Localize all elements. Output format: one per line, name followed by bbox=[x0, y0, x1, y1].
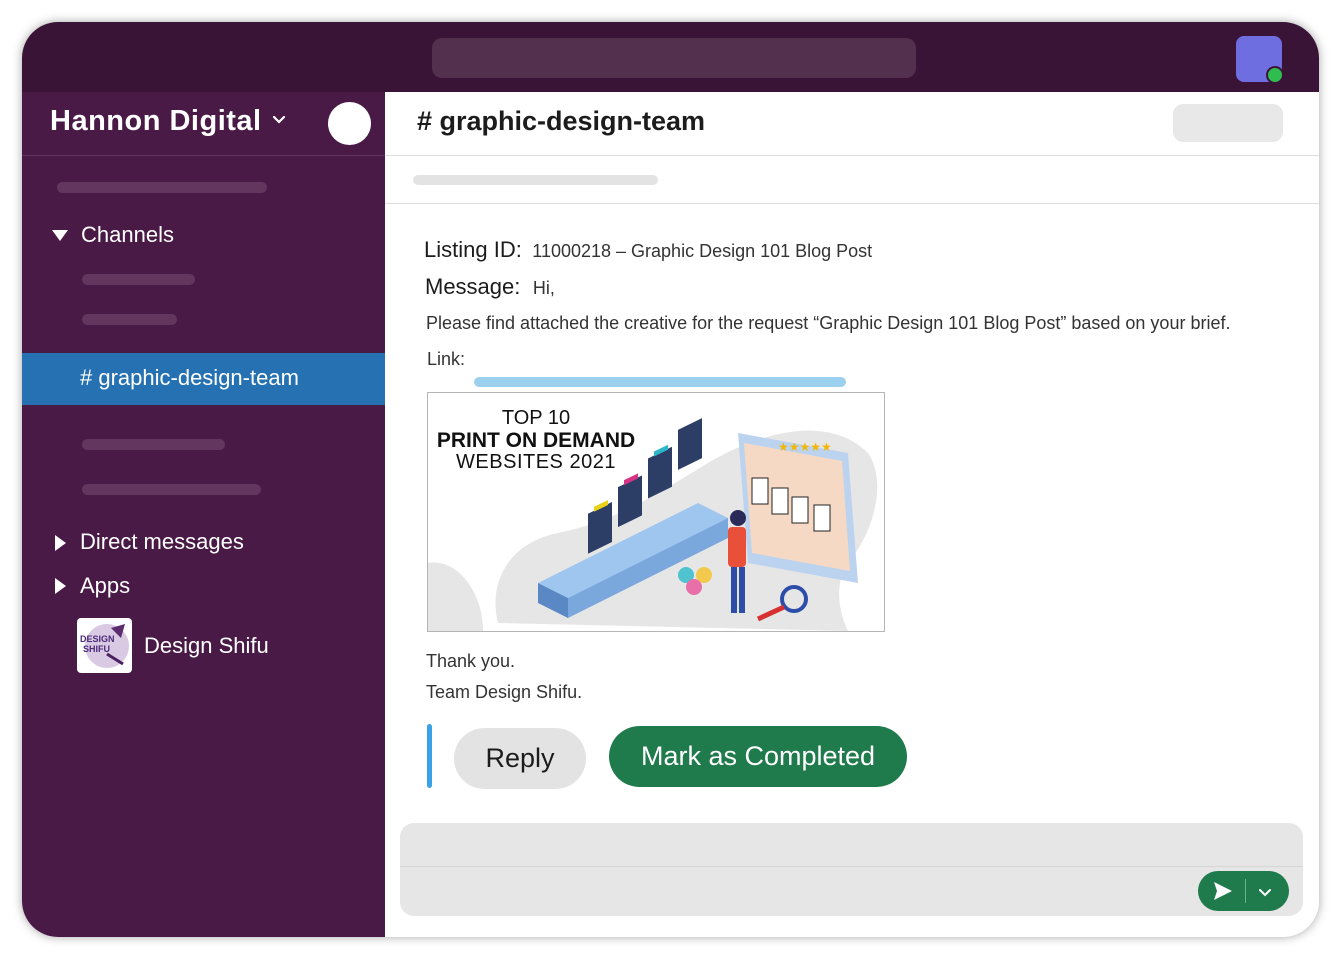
direct-messages-section[interactable]: Direct messages bbox=[80, 529, 244, 555]
channel-item-label: # graphic-design-team bbox=[80, 365, 299, 390]
link-label: Link: bbox=[427, 349, 466, 369]
attachment-image[interactable]: ★★★★★ TOP 10 PRINT ON DEMAND WEBSITES 20… bbox=[427, 392, 885, 632]
closing-signature: Team Design Shifu. bbox=[426, 682, 583, 702]
message-greeting: Hi, bbox=[532, 278, 555, 298]
listing-label: Listing ID: bbox=[424, 237, 522, 262]
mark-completed-button[interactable]: Mark as Completed bbox=[609, 726, 907, 787]
channels-section[interactable]: Channels bbox=[81, 222, 174, 248]
topic-placeholder bbox=[413, 175, 658, 185]
svg-text:DESIGN: DESIGN bbox=[80, 634, 115, 644]
svg-text:SHIFU: SHIFU bbox=[83, 644, 110, 654]
channel-placeholder bbox=[82, 274, 195, 285]
channel-placeholder bbox=[82, 439, 225, 450]
search-input[interactable] bbox=[432, 38, 916, 78]
channel-placeholder bbox=[82, 314, 177, 325]
channel-header: # graphic-design-team bbox=[385, 92, 1319, 156]
channel-subheader bbox=[385, 156, 1319, 204]
top-bar bbox=[22, 22, 1319, 92]
svg-text:★★★★★: ★★★★★ bbox=[778, 440, 832, 454]
channel-view: # graphic-design-team Listing ID: 110002… bbox=[385, 92, 1319, 937]
channel-item-graphic-design-team[interactable]: # graphic-design-team bbox=[22, 353, 385, 405]
attachment-title-line3: WEBSITES 2021 bbox=[456, 451, 616, 473]
listing-value: 11000218 – Graphic Design 101 Blog Post bbox=[532, 241, 873, 261]
app-window: Hannon Digital Channels # graphic-design… bbox=[22, 22, 1319, 937]
channel-details-button[interactable] bbox=[1173, 104, 1283, 142]
sidebar: Hannon Digital Channels # graphic-design… bbox=[22, 92, 385, 937]
attachment-title-line1: TOP 10 bbox=[501, 407, 571, 429]
listing-row: Listing ID: 11000218 – Graphic Design 10… bbox=[424, 237, 872, 263]
send-icon[interactable] bbox=[1212, 881, 1234, 906]
design-shifu-logo[interactable]: DESIGN SHIFU bbox=[77, 618, 132, 673]
attachment-link[interactable] bbox=[474, 377, 846, 387]
chevron-down-icon[interactable] bbox=[1258, 885, 1272, 903]
app-item-design-shifu[interactable]: Design Shifu bbox=[144, 633, 269, 659]
workspace-header[interactable]: Hannon Digital bbox=[22, 92, 385, 156]
sidebar-placeholder bbox=[57, 182, 267, 193]
closing-thanks: Thank you. bbox=[426, 651, 516, 671]
message-composer[interactable] bbox=[400, 823, 1303, 916]
send-divider bbox=[1245, 879, 1246, 903]
composer-divider bbox=[400, 866, 1303, 867]
thread-indicator bbox=[427, 724, 432, 788]
send-button-group bbox=[1198, 871, 1289, 911]
reply-button[interactable]: Reply bbox=[454, 728, 586, 789]
online-status-icon bbox=[1266, 66, 1284, 84]
workspace-name[interactable]: Hannon Digital bbox=[50, 105, 262, 138]
channel-placeholder bbox=[82, 484, 261, 495]
message-body: Please find attached the creative for th… bbox=[426, 313, 1231, 333]
caret-right-icon[interactable] bbox=[55, 578, 66, 594]
caret-down-icon[interactable] bbox=[52, 230, 68, 241]
attachment-title-line2: PRINT ON DEMAND bbox=[436, 429, 636, 452]
caret-right-icon[interactable] bbox=[55, 535, 66, 551]
apps-section[interactable]: Apps bbox=[80, 573, 130, 599]
chevron-down-icon[interactable] bbox=[272, 112, 286, 130]
workspace-avatar[interactable] bbox=[328, 102, 371, 145]
channel-title[interactable]: # graphic-design-team bbox=[417, 106, 705, 137]
message-row: Message: Hi, bbox=[425, 274, 555, 300]
message-label: Message: bbox=[425, 274, 521, 299]
